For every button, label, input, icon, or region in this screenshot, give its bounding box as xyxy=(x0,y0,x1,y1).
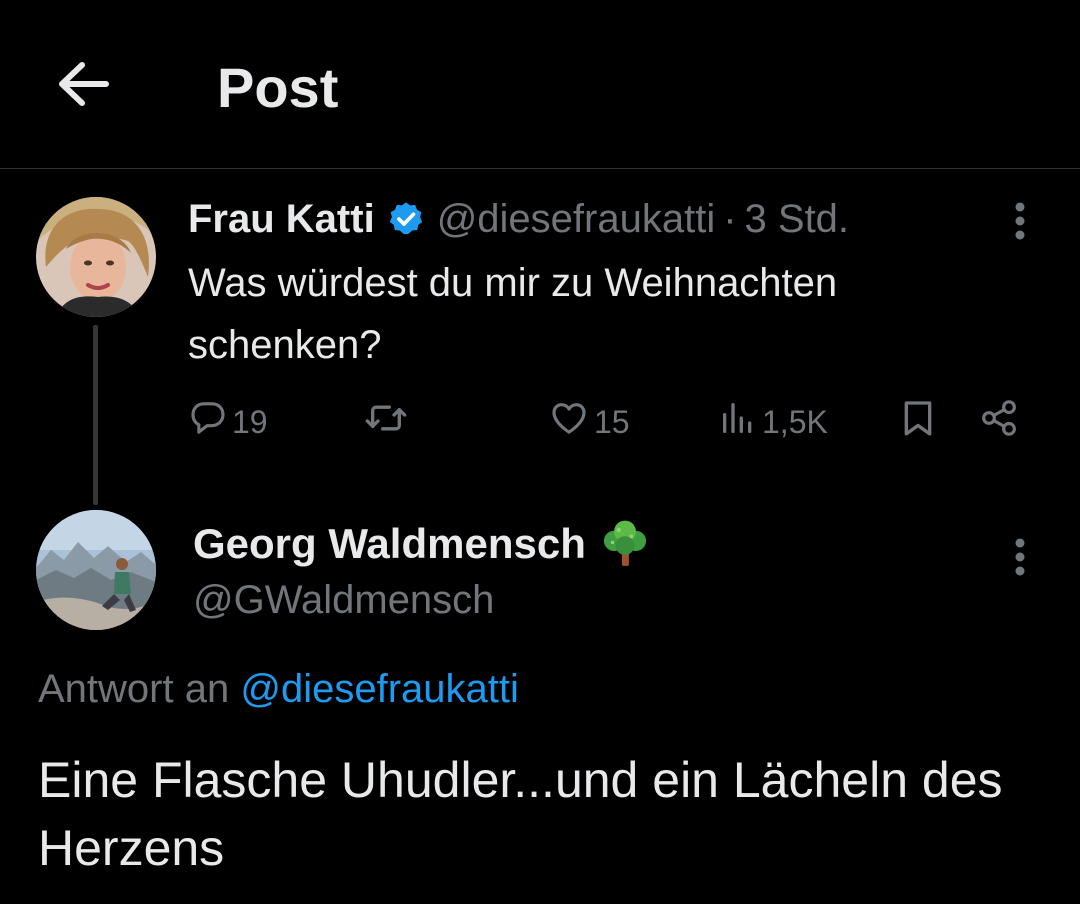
back-button[interactable] xyxy=(52,54,116,118)
verified-badge-icon[interactable] xyxy=(387,200,425,238)
reply-author-name[interactable]: Georg Waldmensch xyxy=(193,520,586,568)
post-author-row: Frau Katti @diesefraukatti · 3 Std. xyxy=(188,193,849,245)
view-count: 1,5K xyxy=(762,403,828,440)
avatar-georg-waldmensch[interactable] xyxy=(36,510,156,630)
like-count: 15 xyxy=(594,403,630,440)
replying-to-label: Antwort an xyxy=(38,667,230,711)
author-handle[interactable]: @diesefraukatti xyxy=(437,197,716,242)
reply-more-options-button[interactable] xyxy=(1000,529,1040,589)
separator-dot: · xyxy=(723,196,737,241)
reply-author-handle[interactable]: @GWaldmensch xyxy=(193,576,494,624)
heart-icon xyxy=(548,398,590,446)
reply-count: 19 xyxy=(232,403,268,440)
reply-author-row: Georg Waldmensch xyxy=(193,518,650,570)
more-options-button[interactable] xyxy=(1000,193,1040,253)
more-vertical-icon xyxy=(1014,537,1026,582)
like-button[interactable]: 15 xyxy=(548,394,630,450)
post-text: Was würdest du mir zu Weihnachten schenk… xyxy=(188,261,838,367)
avatar-frau-katti[interactable] xyxy=(36,197,156,317)
repost-icon xyxy=(364,398,408,446)
share-icon xyxy=(978,398,1020,446)
replying-to-mention-link[interactable]: @diesefraukatti xyxy=(240,667,519,711)
arrow-left-icon xyxy=(58,61,110,111)
thread-connector-line xyxy=(93,325,98,505)
page-title: Post xyxy=(217,56,339,119)
more-vertical-icon xyxy=(1014,201,1026,246)
views-button[interactable]: 1,5K xyxy=(718,394,828,450)
post-action-bar: 19 15 1,5K xyxy=(188,394,1028,450)
bookmark-button[interactable] xyxy=(898,394,938,450)
share-button[interactable] xyxy=(978,394,1020,450)
top-bar: Post xyxy=(0,0,1080,169)
replying-to-line: Antwort an @diesefraukatti xyxy=(38,664,519,714)
bar-chart-icon xyxy=(718,398,758,446)
reply-text: Eine Flasche Uhudler...und ein Lächeln d… xyxy=(38,752,1003,876)
reply-icon xyxy=(188,398,228,446)
author-name[interactable]: Frau Katti xyxy=(188,197,375,242)
reply-button[interactable]: 19 xyxy=(188,394,268,450)
deciduous-tree-icon xyxy=(600,519,650,569)
post-time[interactable]: 3 Std. xyxy=(745,197,850,242)
bookmark-icon xyxy=(898,398,938,446)
repost-button[interactable] xyxy=(364,394,412,450)
